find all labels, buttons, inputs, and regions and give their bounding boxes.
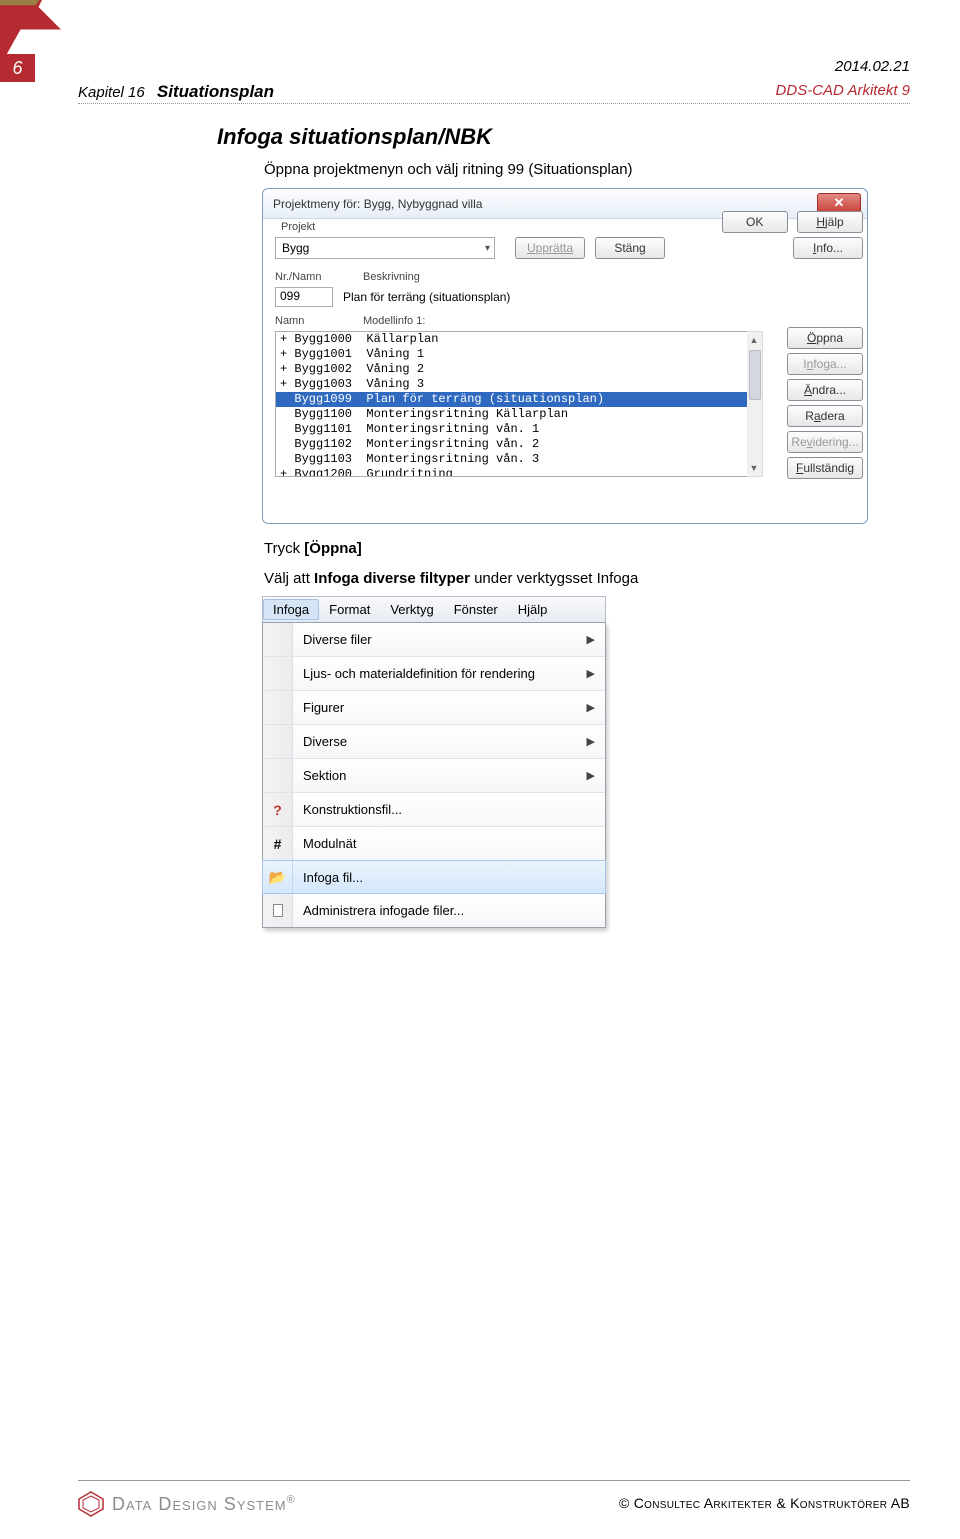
menubar-hjalp[interactable]: Hjälp [508, 599, 558, 620]
infoga-button[interactable]: Infoga... [787, 353, 863, 375]
submenu-arrow-icon: ▶ [587, 701, 595, 714]
list-item[interactable]: Bygg1099 Plan för terräng (situationspla… [276, 392, 762, 407]
list-item[interactable]: + Bygg1001 Våning 1 [276, 347, 762, 362]
menubar-format[interactable]: Format [319, 599, 380, 620]
list-item[interactable]: Bygg1100 Monteringsritning Källarplan [276, 407, 762, 422]
menu-item-label: Figurer [293, 700, 587, 715]
menu-item[interactable]: Diverse filer▶ [263, 623, 605, 657]
menu-item-label: Konstruktionsfil... [293, 802, 605, 817]
fullstandig-button[interactable]: Fullständig [787, 457, 863, 479]
dropdown-menu: Diverse filer▶Ljus- och materialdefiniti… [262, 622, 606, 928]
blank-icon [263, 623, 293, 656]
menu-item[interactable]: Diverse▶ [263, 725, 605, 759]
menu-item-label: Infoga fil... [293, 870, 605, 885]
nr-input[interactable]: 099 [275, 287, 333, 307]
paragraph-3: Välj att Infoga diverse filtyper under v… [264, 570, 638, 587]
close-icon: ✕ [834, 195, 845, 211]
submenu-arrow-icon: ▶ [587, 735, 595, 748]
submenu-arrow-icon: ▶ [587, 633, 595, 646]
product-name: DDS-CAD Arkitekt 9 [776, 82, 910, 102]
blank-icon [263, 691, 293, 724]
menubar-fonster[interactable]: Fönster [444, 599, 508, 620]
uppratta-button[interactable]: Upprätta [515, 237, 585, 259]
menu-item-label: Sektion [293, 768, 587, 783]
projektmeny-dialog: Projektmeny för: Bygg, Nybyggnad villa ✕… [262, 188, 868, 524]
menu-item[interactable]: 📂Infoga fil... [262, 860, 606, 894]
radera-button[interactable]: Radera [787, 405, 863, 427]
list-item[interactable]: Bygg1101 Monteringsritning vån. 1 [276, 422, 762, 437]
list-item[interactable]: + Bygg1200 Grundritning [276, 467, 762, 477]
blank-icon [263, 759, 293, 792]
paragraph-2: Tryck [Öppna] [264, 540, 362, 557]
close-button[interactable]: ✕ [817, 193, 861, 213]
projekt-dropdown-value: Bygg [282, 241, 309, 255]
menu-item[interactable]: ?Konstruktionsfil... [263, 793, 605, 827]
ritning-listbox[interactable]: + Bygg1000 Källarplan+ Bygg1001 Våning 1… [275, 331, 763, 477]
namn-label: Namn [275, 315, 304, 327]
modellinfo-label: Modellinfo 1: [363, 315, 425, 327]
hjalp-button[interactable]: Hjälp [797, 211, 863, 233]
list-item[interactable]: Bygg1102 Monteringsritning vån. 2 [276, 437, 762, 452]
menu-item[interactable]: Figurer▶ [263, 691, 605, 725]
blank-icon [263, 725, 293, 758]
section-title: Infoga situationsplan/NBK [217, 124, 492, 150]
andra-button[interactable]: Ändra... [787, 379, 863, 401]
dds-logo-icon [78, 1491, 104, 1517]
menu-item-label: Ljus- och materialdefinition för renderi… [293, 666, 587, 681]
page-number-tab: 6 [0, 54, 35, 82]
list-item[interactable]: Bygg1103 Monteringsritning vån. 3 [276, 452, 762, 467]
submenu-arrow-icon: ▶ [587, 667, 595, 680]
info-button-suffix: nfo... [816, 241, 843, 255]
menubar-infoga[interactable]: Infoga [263, 599, 319, 620]
projekt-dropdown[interactable]: Bygg ▾ [275, 237, 495, 259]
menu-item-label: Modulnät [293, 836, 605, 851]
submenu-arrow-icon: ▶ [587, 769, 595, 782]
menu-item[interactable]: #Modulnät [263, 827, 605, 861]
dialog-title: Projektmeny för: Bygg, Nybyggnad villa [273, 197, 482, 211]
footer-brand: Data Design System® [112, 1494, 296, 1515]
question-icon: ? [263, 793, 293, 826]
folder-icon: 📂 [263, 861, 293, 893]
menu-item[interactable]: Ljus- och materialdefinition för renderi… [263, 657, 605, 691]
paragraph-1: Öppna projektmenyn och välj ritning 99 (… [264, 161, 633, 178]
chapter-label: Kapitel 16 [78, 84, 145, 101]
infoga-menu: Infoga Format Verktyg Fönster Hjälp Dive… [262, 596, 606, 928]
list-item[interactable]: + Bygg1002 Våning 2 [276, 362, 762, 377]
blank-icon [263, 657, 293, 690]
scroll-down-icon[interactable]: ▼ [747, 460, 761, 476]
projekt-group-label: Projekt [281, 221, 315, 233]
beskrivning-value: Plan för terräng (situationsplan) [343, 287, 699, 307]
stang-button[interactable]: Stäng [595, 237, 665, 259]
list-item[interactable]: + Bygg1003 Våning 3 [276, 377, 762, 392]
chapter-title: Situationsplan [157, 82, 274, 101]
list-item[interactable]: + Bygg1000 Källarplan [276, 332, 762, 347]
scrollbar[interactable]: ▲ ▼ [747, 331, 763, 477]
nr-namn-label: Nr./Namn [275, 271, 321, 283]
chevron-down-icon: ▾ [485, 243, 490, 254]
page-header: Kapitel 16 Situationsplan DDS-CAD Arkite… [78, 82, 910, 102]
menu-item-label: Diverse filer [293, 632, 587, 647]
menubar-verktyg[interactable]: Verktyg [380, 599, 443, 620]
beskrivning-label: Beskrivning [363, 271, 420, 283]
menu-item[interactable]: Administrera infogade filer... [263, 893, 605, 927]
grid-icon: # [263, 827, 293, 860]
info-button[interactable]: Info... [793, 237, 863, 259]
footer-copyright: © Consultec Arkitekter & Konstruktörer A… [619, 1495, 910, 1511]
revidering-button[interactable]: Revidering... [787, 431, 863, 453]
menu-item[interactable]: Sektion▶ [263, 759, 605, 793]
menu-item-label: Diverse [293, 734, 587, 749]
doc-icon [263, 893, 293, 927]
scroll-up-icon[interactable]: ▲ [747, 332, 761, 348]
oppna-button[interactable]: Öppna [787, 327, 863, 349]
footer-rule [78, 1480, 910, 1481]
date-text: 2014.02.21 [835, 58, 910, 75]
scroll-thumb[interactable] [749, 350, 761, 400]
ok-button[interactable]: OK [722, 211, 788, 233]
footer-logo: Data Design System® [78, 1491, 296, 1517]
menu-item-label: Administrera infogade filer... [293, 903, 605, 918]
header-rule [78, 103, 910, 104]
menubar: Infoga Format Verktyg Fönster Hjälp [262, 596, 606, 622]
